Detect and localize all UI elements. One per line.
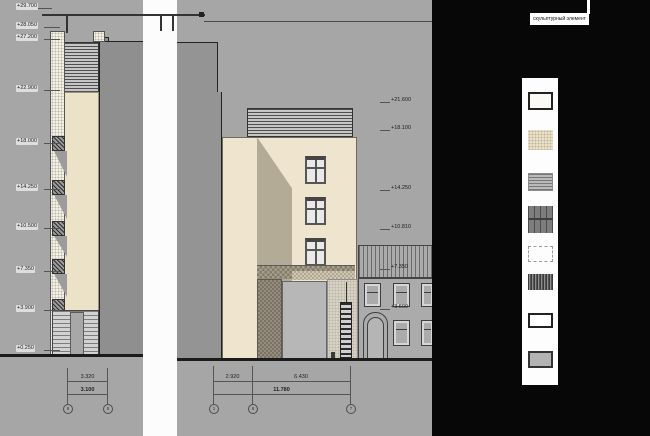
legend-swatch-textured-dark-panel-icon [528, 274, 553, 290]
extension-line [252, 366, 253, 404]
left-silhouette-building [177, 42, 218, 358]
legend-swatch-beige-plaster-icon [528, 130, 553, 150]
elevation-mark: +10.500 [16, 223, 38, 230]
balcony-shadow [54, 236, 67, 257]
facade-window [305, 238, 326, 266]
callout-label: скульптурный элемент [530, 13, 589, 25]
level-tick [44, 228, 60, 229]
level-tick [380, 229, 390, 230]
balcony-shadow [54, 195, 67, 219]
ladder-rail [346, 282, 347, 302]
level-tick [44, 271, 60, 272]
neighbor-roof-hatch [358, 245, 432, 278]
dimension-label: 3.320 [67, 374, 108, 380]
ladder [340, 302, 352, 358]
drawing-canvas: +29.700 +28.050 +27.200 +22.900 +18.000 … [0, 0, 650, 436]
elevation-mark: +14.250 [16, 184, 38, 191]
elevation-mark: +18.000 [16, 138, 38, 145]
ground-line [177, 358, 432, 361]
elevation-mark: +7.350 [16, 266, 35, 273]
base-door [70, 312, 84, 356]
level-tick [44, 310, 60, 311]
legend-swatch-horizontal-metal-siding-icon [528, 173, 553, 191]
axis-bubble: 6 [63, 404, 73, 414]
axis-bubble: 1 [209, 404, 219, 414]
level-tick [380, 102, 390, 103]
rooftop-siding-band [247, 108, 353, 137]
callout-leader-line [204, 21, 432, 22]
elevation-mark: +29.700 [16, 3, 38, 10]
extension-line [350, 366, 351, 404]
elevation-mark: +28.050 [16, 22, 38, 29]
dimension-line [213, 394, 350, 395]
neighbor-window [364, 283, 381, 307]
beige-wall [62, 92, 99, 311]
elevation-mark: +14.250 [391, 185, 411, 192]
ground-pier-dark [257, 279, 282, 360]
elevation-mark: +7.350 [391, 264, 408, 271]
legend-swatch-outlined-light-panel-icon [528, 92, 553, 110]
elevation-mark: +3.600 [391, 304, 408, 311]
balcony-shadow [54, 151, 67, 177]
level-tick [380, 269, 390, 270]
elevation-mark: +27.200 [16, 34, 38, 41]
balcony-shadow [54, 274, 67, 297]
elevation-mark: +0.250 [16, 345, 35, 352]
level-tick [380, 130, 390, 131]
level-tick [44, 39, 60, 40]
callout-leader-white [587, 0, 590, 14]
level-tick [38, 8, 52, 9]
extension-line [213, 366, 214, 404]
paper-band [143, 0, 177, 436]
level-tick [44, 350, 60, 351]
facade-window [305, 156, 326, 184]
neighbor-arch-door-inner [367, 317, 384, 358]
dimension-label-total: 11.780 [213, 387, 350, 393]
dimension-line [213, 381, 350, 382]
dimension-line [67, 381, 108, 382]
elevation-mark: +18.100 [391, 125, 411, 132]
legend-swatch-glazing-grid-icon [528, 206, 553, 233]
level-tick [380, 309, 390, 310]
dimension-label-total: 3.100 [67, 387, 108, 393]
left-neighbor-wall [99, 41, 143, 356]
axis-bubble: 5 [103, 404, 113, 414]
elevation-mark: +3.900 [16, 305, 35, 312]
axis-bubble: 7 [346, 404, 356, 414]
legend-swatch-white-panel-icon [528, 313, 553, 328]
legend-swatch-gray-panel-icon [528, 351, 553, 368]
dimension-line [67, 394, 108, 395]
facade-window [305, 197, 326, 225]
neighbor-window [393, 320, 410, 346]
parapet-cap [93, 31, 105, 42]
level-tick [44, 189, 60, 190]
level-tick [44, 143, 60, 144]
siding-band [64, 42, 99, 93]
dimension-label: 6.430 [252, 374, 350, 380]
ground-line [0, 354, 143, 357]
axis-bubble: 6 [248, 404, 258, 414]
dimension-label: 2.920 [213, 374, 252, 380]
level-tick [44, 27, 60, 28]
elevation-mark: +21.600 [391, 97, 411, 104]
legend-swatch-dashed-contour-icon [528, 246, 553, 262]
elevation-mark: +10.810 [391, 224, 411, 231]
tower-window [52, 180, 65, 195]
level-tick [44, 90, 60, 91]
gate [282, 281, 327, 360]
level-tick [380, 190, 390, 191]
elevation-mark: +22.900 [16, 85, 38, 92]
